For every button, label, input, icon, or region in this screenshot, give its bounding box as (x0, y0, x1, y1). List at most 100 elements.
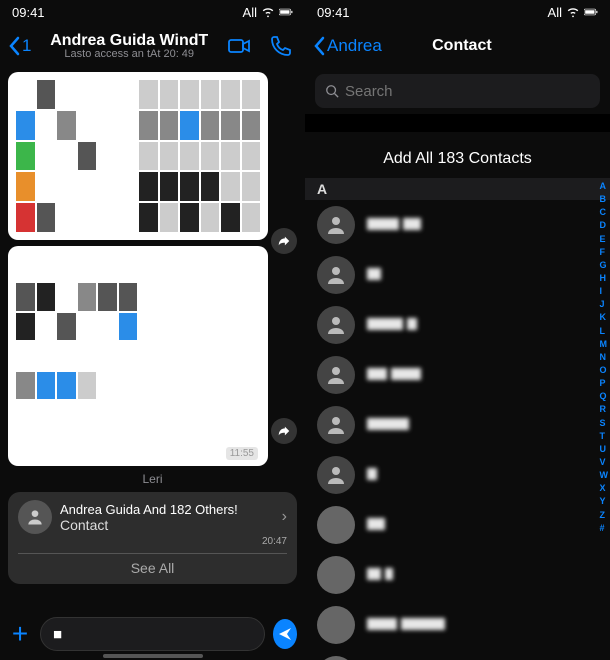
add-all-button[interactable]: Add All 183 Contacts (305, 132, 610, 178)
phone-call-icon[interactable] (269, 34, 293, 58)
index-letter[interactable]: B (600, 193, 609, 205)
contact-row[interactable] (305, 450, 610, 500)
person-icon (324, 463, 348, 487)
forward-button[interactable] (271, 418, 297, 444)
person-icon (324, 313, 348, 337)
contact-card-sub: Contact (60, 517, 274, 533)
index-letter[interactable]: U (600, 443, 609, 455)
contact-row[interactable] (305, 650, 610, 660)
back-count: 1 (22, 36, 31, 56)
index-letter[interactable]: G (600, 259, 609, 271)
index-letter[interactable]: E (600, 233, 609, 245)
contacts-screen: 09:41 All Andrea Contact Add All 183 Con… (305, 0, 610, 660)
chat-header: 1 Andrea Guida WindT Lasto access an tAt… (0, 24, 305, 68)
send-button[interactable] (273, 619, 297, 649)
index-letter[interactable]: Z (600, 509, 609, 521)
contact-row[interactable] (305, 200, 610, 250)
contact-avatar (317, 406, 355, 444)
screen-title: Contact (382, 37, 542, 55)
contact-name (367, 367, 421, 384)
message-bubble[interactable]: 11:55 (8, 246, 268, 466)
index-letter[interactable]: C (600, 206, 609, 218)
video-call-icon[interactable] (227, 34, 251, 58)
contact-avatar (317, 356, 355, 394)
index-letter[interactable]: R (600, 403, 609, 415)
status-right: All (548, 5, 598, 20)
message-time: 11:55 (226, 447, 258, 460)
contact-name (367, 517, 385, 534)
index-letter[interactable]: K (600, 311, 609, 323)
index-letter[interactable]: H (600, 272, 609, 284)
index-letter[interactable]: F (600, 246, 609, 258)
index-letter[interactable]: J (600, 298, 609, 310)
person-icon (324, 413, 348, 437)
index-letter[interactable]: # (600, 522, 609, 534)
contact-row[interactable] (305, 500, 610, 550)
contact-row[interactable] (305, 250, 610, 300)
carrier-label: All (548, 5, 562, 20)
status-bar: 09:41 All (0, 0, 305, 24)
contact-name (367, 617, 445, 634)
index-letter[interactable]: O (600, 364, 609, 376)
index-letter[interactable]: P (600, 377, 609, 389)
contact-card-avatar (18, 500, 52, 534)
index-letter[interactable]: S (600, 417, 609, 429)
attach-button[interactable]: + (8, 618, 32, 650)
contact-row[interactable] (305, 300, 610, 350)
contact-name (367, 417, 409, 434)
back-button[interactable]: 1 (8, 36, 31, 56)
chat-screen: 09:41 All 1 Andrea Guida WindT Lasto acc… (0, 0, 305, 660)
date-separator: Leri (8, 472, 297, 486)
message-input[interactable] (40, 617, 265, 651)
forward-icon (277, 424, 291, 438)
contact-row[interactable] (305, 600, 610, 650)
index-letter[interactable]: Q (600, 390, 609, 402)
contact-avatar (317, 256, 355, 294)
chevron-left-icon (8, 36, 20, 56)
contact-card-title: Andrea Guida And 182 Others! (60, 502, 274, 517)
forward-button[interactable] (271, 228, 297, 254)
index-letter[interactable]: V (600, 456, 609, 468)
send-icon (277, 626, 293, 642)
contact-name (367, 317, 417, 334)
contact-card-time: 20:47 (18, 536, 287, 547)
index-letter[interactable]: N (600, 351, 609, 363)
contact-row[interactable] (305, 350, 610, 400)
home-indicator[interactable] (103, 654, 203, 658)
wifi-icon (261, 6, 275, 18)
see-all-button[interactable]: See All (18, 553, 287, 576)
contact-avatar (317, 606, 355, 644)
contact-avatar (317, 306, 355, 344)
index-letter[interactable]: A (600, 180, 609, 192)
index-letter[interactable]: D (600, 219, 609, 231)
contact-share-card[interactable]: Andrea Guida And 182 Others! Contact › 2… (8, 492, 297, 584)
contact-row[interactable] (305, 400, 610, 450)
chevron-right-icon: › (282, 508, 287, 526)
battery-icon (279, 6, 293, 18)
message-bubble[interactable] (8, 72, 268, 240)
chat-body[interactable]: 11:55 Leri Andrea Guida And 182 Others! … (0, 68, 305, 588)
contact-list[interactable] (305, 200, 610, 660)
wifi-icon (566, 6, 580, 18)
search-input[interactable] (345, 83, 590, 100)
input-bar: + (0, 608, 305, 660)
header-title-col[interactable]: Andrea Guida WindT Lasto access an tAt 2… (31, 32, 227, 60)
index-bar[interactable]: ABCDEFGHIJKLMNOPQRSTUVWXYZ# (600, 180, 609, 534)
index-letter[interactable]: W (600, 469, 609, 481)
spacer (305, 114, 610, 132)
back-button[interactable]: Andrea (313, 36, 382, 56)
back-label: Andrea (327, 36, 382, 56)
contact-avatar (317, 206, 355, 244)
index-letter[interactable]: T (600, 430, 609, 442)
contacts-header: Andrea Contact (305, 24, 610, 68)
index-letter[interactable]: L (600, 325, 609, 337)
search-field[interactable] (315, 74, 600, 108)
index-letter[interactable]: X (600, 482, 609, 494)
index-letter[interactable]: M (600, 338, 609, 350)
contact-row[interactable] (305, 550, 610, 600)
contact-name (367, 467, 377, 484)
contact-avatar (317, 556, 355, 594)
status-bar: 09:41 All (305, 0, 610, 24)
index-letter[interactable]: I (600, 285, 609, 297)
index-letter[interactable]: Y (600, 495, 609, 507)
